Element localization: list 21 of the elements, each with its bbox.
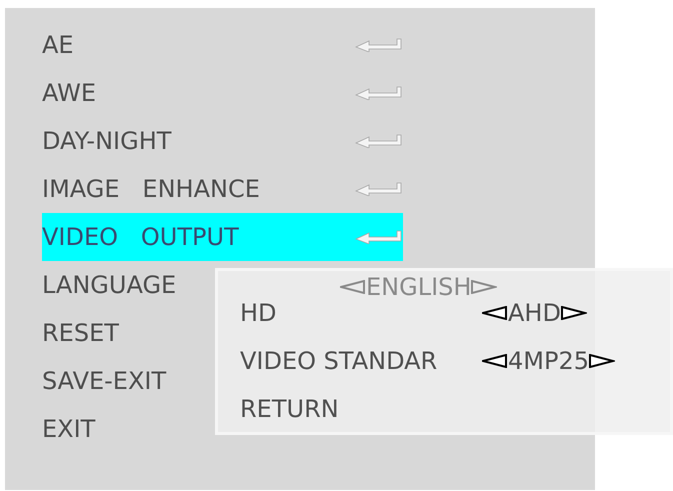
menu-item[interactable]: AWE xyxy=(42,69,403,117)
menu-item[interactable]: EXIT xyxy=(42,405,96,453)
submenu-item[interactable]: RETURN xyxy=(240,391,482,427)
menu-item[interactable]: AE xyxy=(42,21,403,69)
enter-icon xyxy=(355,230,403,244)
option-value: AHD xyxy=(508,298,561,329)
menu-item[interactable]: IMAGE ENHANCE xyxy=(42,165,403,213)
enter-icon xyxy=(355,134,403,148)
menu-item[interactable]: VIDEO OUTPUT xyxy=(42,213,403,261)
menu-item[interactable]: RESET xyxy=(42,309,119,357)
enter-icon xyxy=(355,38,403,52)
enter-icon xyxy=(355,182,403,196)
menu-item[interactable]: SAVE-EXIT xyxy=(42,357,166,405)
submenu-item[interactable]: VIDEO STANDAR xyxy=(240,343,482,379)
menu-item[interactable]: DAY-NIGHT xyxy=(42,117,403,165)
option-value: 4MP25 xyxy=(508,346,589,377)
right-triangle-icon[interactable] xyxy=(560,306,587,320)
enter-icon xyxy=(355,86,403,100)
right-triangle-icon[interactable] xyxy=(589,354,615,368)
left-triangle-icon[interactable] xyxy=(482,306,508,320)
left-triangle-icon[interactable] xyxy=(482,354,508,368)
